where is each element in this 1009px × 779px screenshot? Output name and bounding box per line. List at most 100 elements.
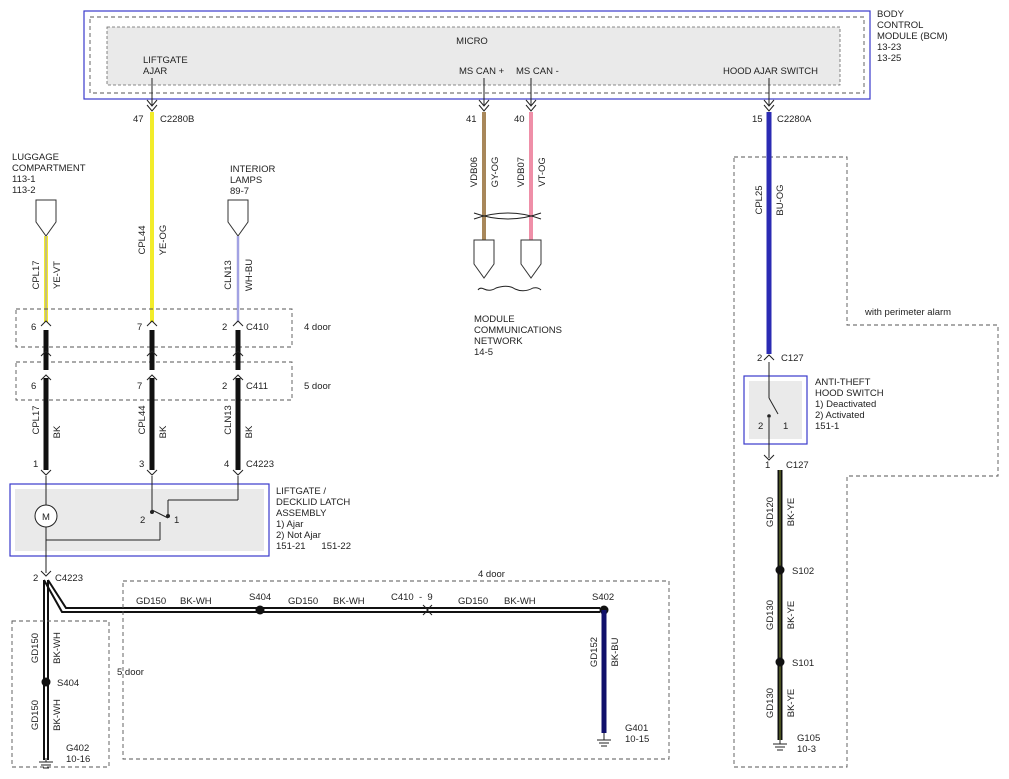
antitheft-3: 1) Deactivated bbox=[815, 399, 876, 410]
svg-text:BK: BK bbox=[244, 425, 255, 438]
label-bk-3: BK bbox=[244, 425, 255, 438]
c4223-label-2: C4223 bbox=[55, 573, 83, 584]
mcn-4: 14-5 bbox=[474, 347, 493, 358]
g402-ground-icon bbox=[39, 758, 53, 769]
label-gd130-2: GD130 bbox=[765, 688, 776, 718]
c4223-p4: 4 bbox=[224, 459, 229, 470]
svg-text:GD152: GD152 bbox=[589, 637, 600, 667]
latch-3: ASSEMBLY bbox=[276, 508, 327, 519]
bcm-title-4: 13-23 bbox=[877, 42, 901, 53]
hood-switch-contact bbox=[767, 414, 771, 418]
svg-text:GD130: GD130 bbox=[765, 688, 776, 718]
svg-text:CPL25: CPL25 bbox=[754, 185, 765, 214]
c127-top-pin: 2 bbox=[757, 353, 762, 364]
label-vdb07: VDB07 bbox=[516, 157, 527, 187]
interior-1: INTERIOR bbox=[230, 164, 276, 175]
g105-1: G105 bbox=[797, 733, 820, 744]
bk-wh-2: BK-WH bbox=[333, 596, 365, 607]
c2280a-pin: 15 bbox=[752, 114, 763, 125]
label-vdb06: VDB06 bbox=[469, 157, 480, 187]
latch-2: DECKLID LATCH bbox=[276, 497, 350, 508]
svg-text:CLN13: CLN13 bbox=[223, 260, 234, 290]
luggage-connector-icon bbox=[35, 199, 57, 237]
interior-2: LAMPS bbox=[230, 175, 262, 186]
label-cln13: CLN13 bbox=[223, 260, 234, 290]
svg-text:YE-OG: YE-OG bbox=[158, 225, 169, 256]
latch-switch-contact-1 bbox=[166, 514, 170, 518]
splice-s101 bbox=[775, 657, 785, 667]
bk-wh-3: BK-WH bbox=[504, 596, 536, 607]
luggage-3: 113-1 bbox=[12, 174, 36, 185]
latch-pin-2: 2 bbox=[140, 515, 145, 526]
interior-3: 89-7 bbox=[230, 186, 249, 197]
svg-text:BK: BK bbox=[158, 425, 169, 438]
svg-text:BK-YE: BK-YE bbox=[786, 689, 797, 718]
c411-note: 5 door bbox=[304, 381, 331, 392]
mcn-2: COMMUNICATIONS bbox=[474, 325, 562, 336]
label-bk-1: BK bbox=[52, 425, 63, 438]
s402-label: S402 bbox=[592, 592, 614, 603]
label-cln13-bk: CLN13 bbox=[223, 405, 234, 435]
c2280b-label: C2280B bbox=[160, 114, 194, 125]
bcm-title-3: MODULE (BCM) bbox=[877, 31, 948, 42]
svg-text:CPL17: CPL17 bbox=[31, 405, 42, 434]
latch-5: 2) Not Ajar bbox=[276, 530, 321, 541]
gd150-1: GD150 bbox=[136, 596, 166, 607]
mcn-3: NETWORK bbox=[474, 336, 523, 347]
label-bu-og: BU-OG bbox=[775, 184, 786, 215]
latch-pin-1: 1 bbox=[174, 515, 179, 526]
antitheft-5: 151-1 bbox=[815, 421, 839, 432]
label-cpl44-bk: CPL44 bbox=[137, 405, 148, 434]
svg-text:GD150: GD150 bbox=[30, 633, 41, 663]
antitheft-4: 2) Activated bbox=[815, 410, 865, 421]
g402-2: 10-16 bbox=[66, 754, 90, 765]
label-cpl44: CPL44 bbox=[137, 225, 148, 254]
svg-text:BK-YE: BK-YE bbox=[786, 498, 797, 527]
label-bk-ye-2: BK-YE bbox=[786, 601, 797, 630]
splice-s102 bbox=[775, 565, 785, 575]
c4223-p1: 1 bbox=[33, 459, 38, 470]
splice-s404-b bbox=[41, 677, 51, 687]
label-cpl17: CPL17 bbox=[31, 260, 42, 289]
c4223-p2: 2 bbox=[33, 573, 38, 584]
switch-pin-1: 1 bbox=[783, 421, 788, 432]
c410-label: C410 bbox=[246, 322, 269, 333]
hood-ajar-switch-label: HOOD AJAR SWITCH bbox=[723, 66, 818, 77]
svg-text:GD150: GD150 bbox=[30, 700, 41, 730]
s404-label-b: S404 bbox=[57, 678, 79, 689]
bcm-title-2: CONTROL bbox=[877, 20, 923, 31]
svg-text:WH-BU: WH-BU bbox=[244, 259, 255, 291]
svg-text:VDB07: VDB07 bbox=[516, 157, 527, 187]
bk-wh-1: BK-WH bbox=[180, 596, 212, 607]
label-bk-ye-1: BK-YE bbox=[786, 498, 797, 527]
label-bk-wh-5d-1: BK-WH bbox=[52, 632, 63, 664]
bcm-module: MICRO LIFTGATE AJAR MS CAN + MS CAN - HO… bbox=[83, 9, 948, 100]
svg-text:BK-WH: BK-WH bbox=[52, 632, 63, 664]
svg-text:BU-OG: BU-OG bbox=[775, 184, 786, 215]
svg-text:BK-YE: BK-YE bbox=[786, 601, 797, 630]
svg-text:VDB06: VDB06 bbox=[469, 157, 480, 187]
g401-ground-icon bbox=[597, 733, 611, 747]
svg-text:GY-OG: GY-OG bbox=[490, 157, 501, 188]
ms-can-minus-label: MS CAN - bbox=[516, 66, 559, 77]
label-ye-vt: YE-VT bbox=[52, 261, 63, 289]
s102-label: S102 bbox=[792, 566, 814, 577]
c127-label-bottom: C127 bbox=[786, 460, 809, 471]
splice-s404-a bbox=[255, 605, 265, 615]
c410-p7: 7 bbox=[137, 322, 142, 333]
g401-1: G401 bbox=[625, 723, 648, 734]
c4223-label: C4223 bbox=[246, 459, 274, 470]
switch-pin-2: 2 bbox=[758, 421, 763, 432]
mcn-1: MODULE bbox=[474, 314, 515, 325]
four-door-label: 4 door bbox=[478, 569, 505, 580]
bcm-title-5: 13-25 bbox=[877, 53, 901, 64]
latch-1: LIFTGATE / bbox=[276, 486, 326, 497]
c410-9-label: C410 - 9 bbox=[391, 592, 433, 603]
c127-label-top: C127 bbox=[781, 353, 804, 364]
luggage-1: LUGGAGE bbox=[12, 152, 59, 163]
label-gd150-5d-1: GD150 bbox=[30, 633, 41, 663]
wiring-diagram: MICRO LIFTGATE AJAR MS CAN + MS CAN - HO… bbox=[9, 9, 999, 769]
label-gd130-1: GD130 bbox=[765, 600, 776, 630]
five-door-label: 5 door bbox=[117, 667, 144, 678]
network-brace-icon bbox=[477, 285, 542, 292]
